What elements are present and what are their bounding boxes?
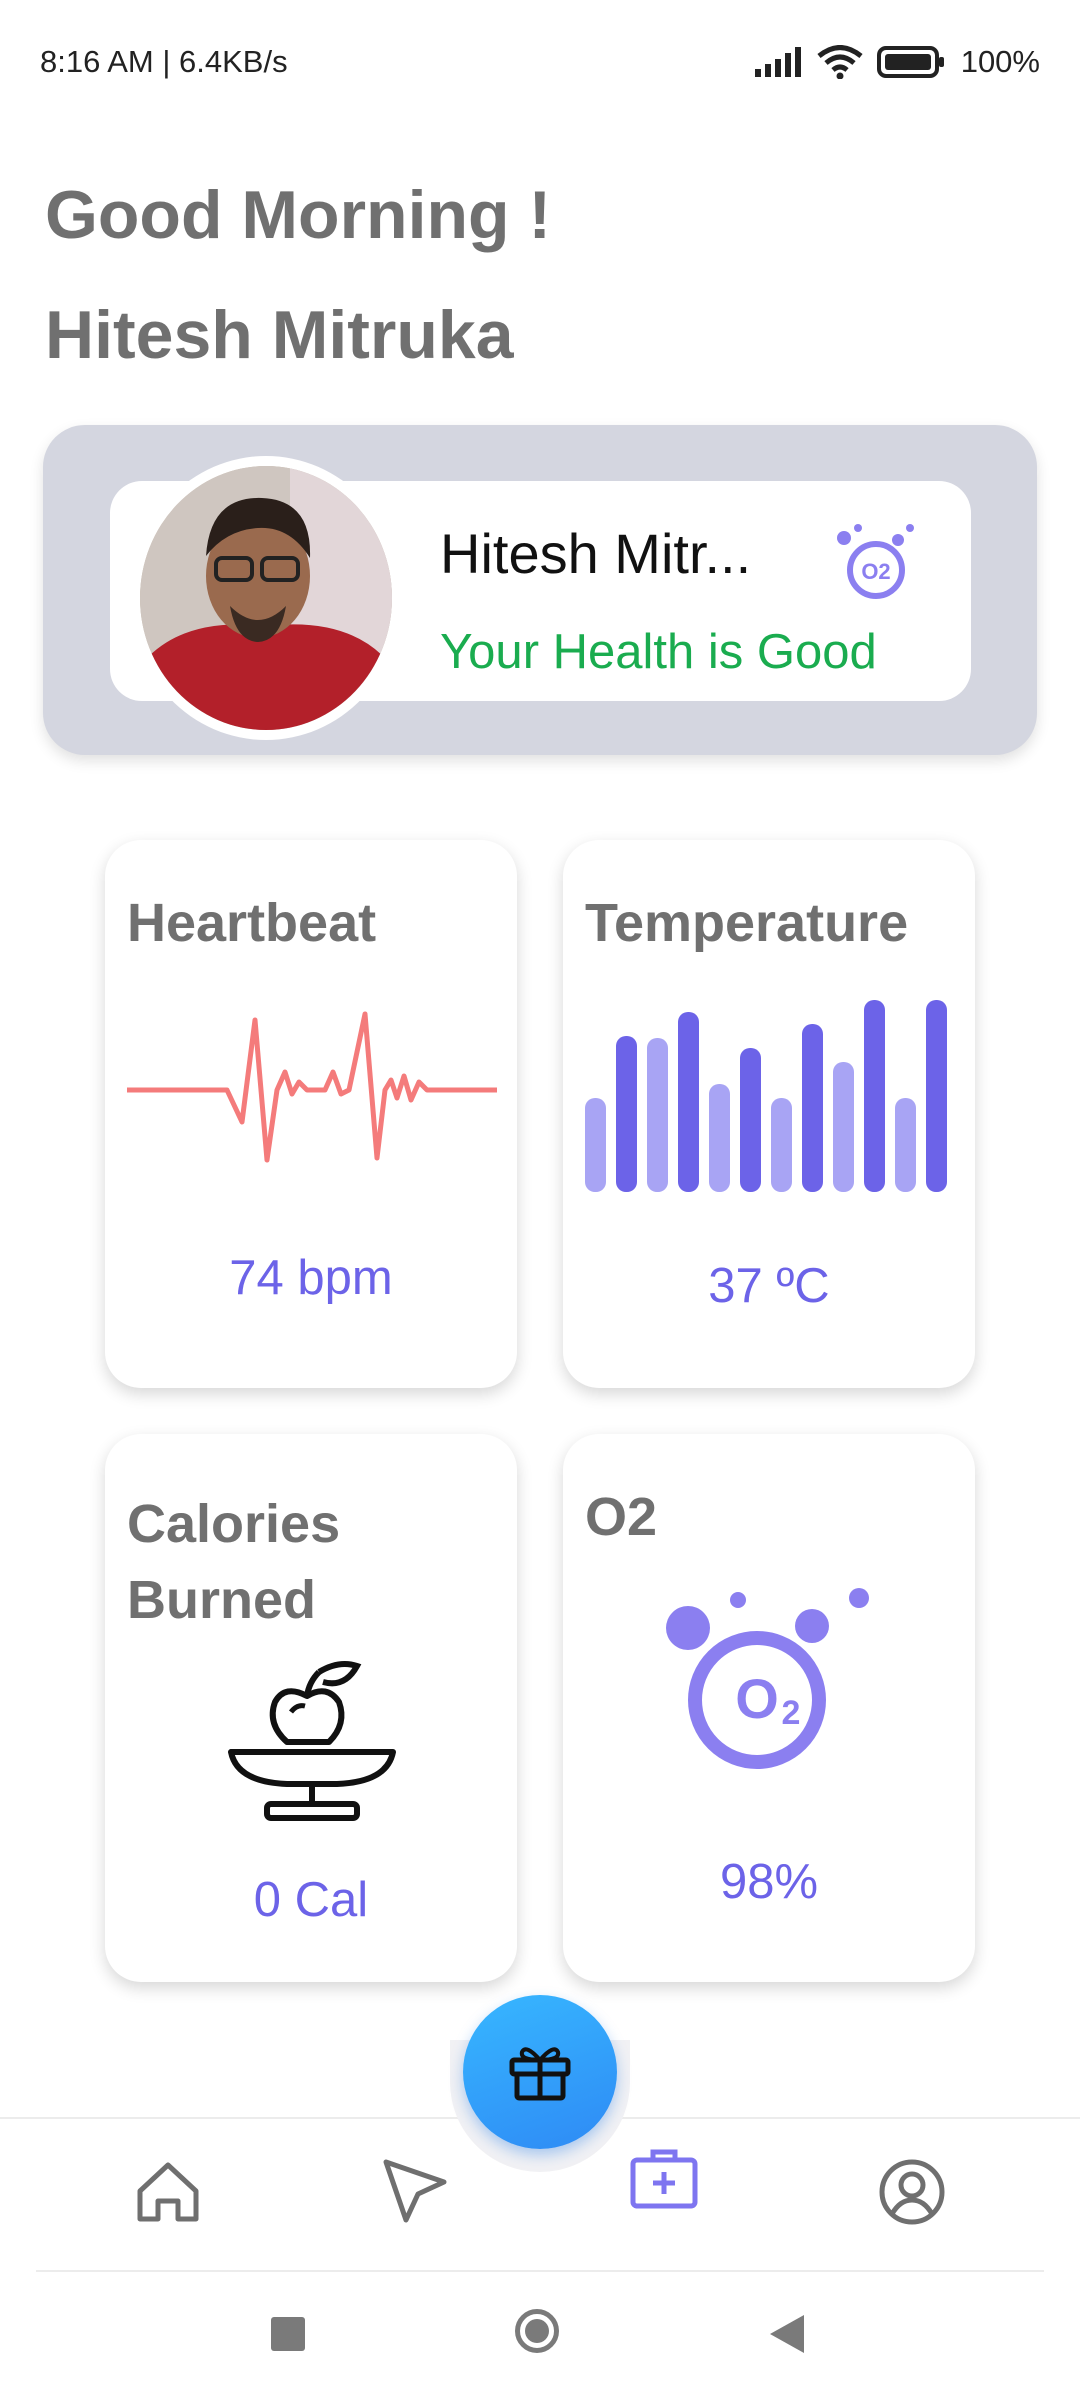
home-button-dot [525, 2319, 549, 2343]
battery-icon [876, 46, 944, 78]
avatar[interactable] [130, 456, 402, 740]
calories-value: 0 Cal [253, 1873, 369, 1927]
gift-icon [509, 2047, 571, 2101]
health-status: Your Health is Good [440, 625, 877, 679]
temperature-title: Temperature [585, 893, 909, 953]
bar-chart-icon [585, 1000, 947, 1192]
temperature-card[interactable]: Temperature 37 ºC [563, 840, 975, 1388]
status-icons: 100% [754, 40, 1040, 84]
calories-card[interactable]: Calories Burned 0 Cal [105, 1434, 517, 1982]
status-time: 8:16 AM | 6.4KB/s [40, 44, 288, 79]
nav-divider [36, 2270, 1044, 2272]
svg-text:O2: O2 [861, 559, 890, 584]
heartbeat-value: 74 bpm [229, 1251, 393, 1305]
apple-scale-icon [228, 1661, 396, 1821]
calories-title: Calories Burned [127, 1494, 341, 1630]
o2-icon: O2 [837, 524, 914, 599]
profile-icon[interactable] [878, 2158, 946, 2226]
medical-kit-icon[interactable] [629, 2146, 699, 2210]
o2-value: 98% [719, 1855, 819, 1909]
back-button[interactable] [768, 2313, 806, 2355]
send-icon[interactable] [380, 2156, 450, 2226]
heartbeat-line-icon [127, 1011, 497, 1163]
svg-text:2: 2 [782, 1694, 801, 1732]
wifi-icon [817, 45, 863, 79]
signal-icon [754, 47, 801, 77]
greeting-title: Good Morning ! [45, 177, 552, 253]
heartbeat-card[interactable]: Heartbeat 74 bpm [105, 840, 517, 1388]
heartbeat-title: Heartbeat [127, 893, 377, 953]
gift-button[interactable] [463, 1995, 617, 2149]
o2-card[interactable]: O2 O 2 98% [563, 1434, 975, 1982]
o2-icon: O 2 [666, 1588, 869, 1769]
home-icon[interactable] [134, 2157, 202, 2225]
recents-button[interactable] [271, 2317, 305, 2351]
o2-title: O2 [585, 1487, 658, 1547]
greeting-user-name: Hitesh Mitruka [45, 297, 514, 373]
svg-text:O: O [735, 1667, 779, 1730]
home-button[interactable] [515, 2309, 559, 2353]
battery-percent: 100% [960, 44, 1040, 79]
profile-name: Hitesh Mitr... [440, 522, 752, 585]
temperature-value: 37 ºC [708, 1259, 830, 1313]
